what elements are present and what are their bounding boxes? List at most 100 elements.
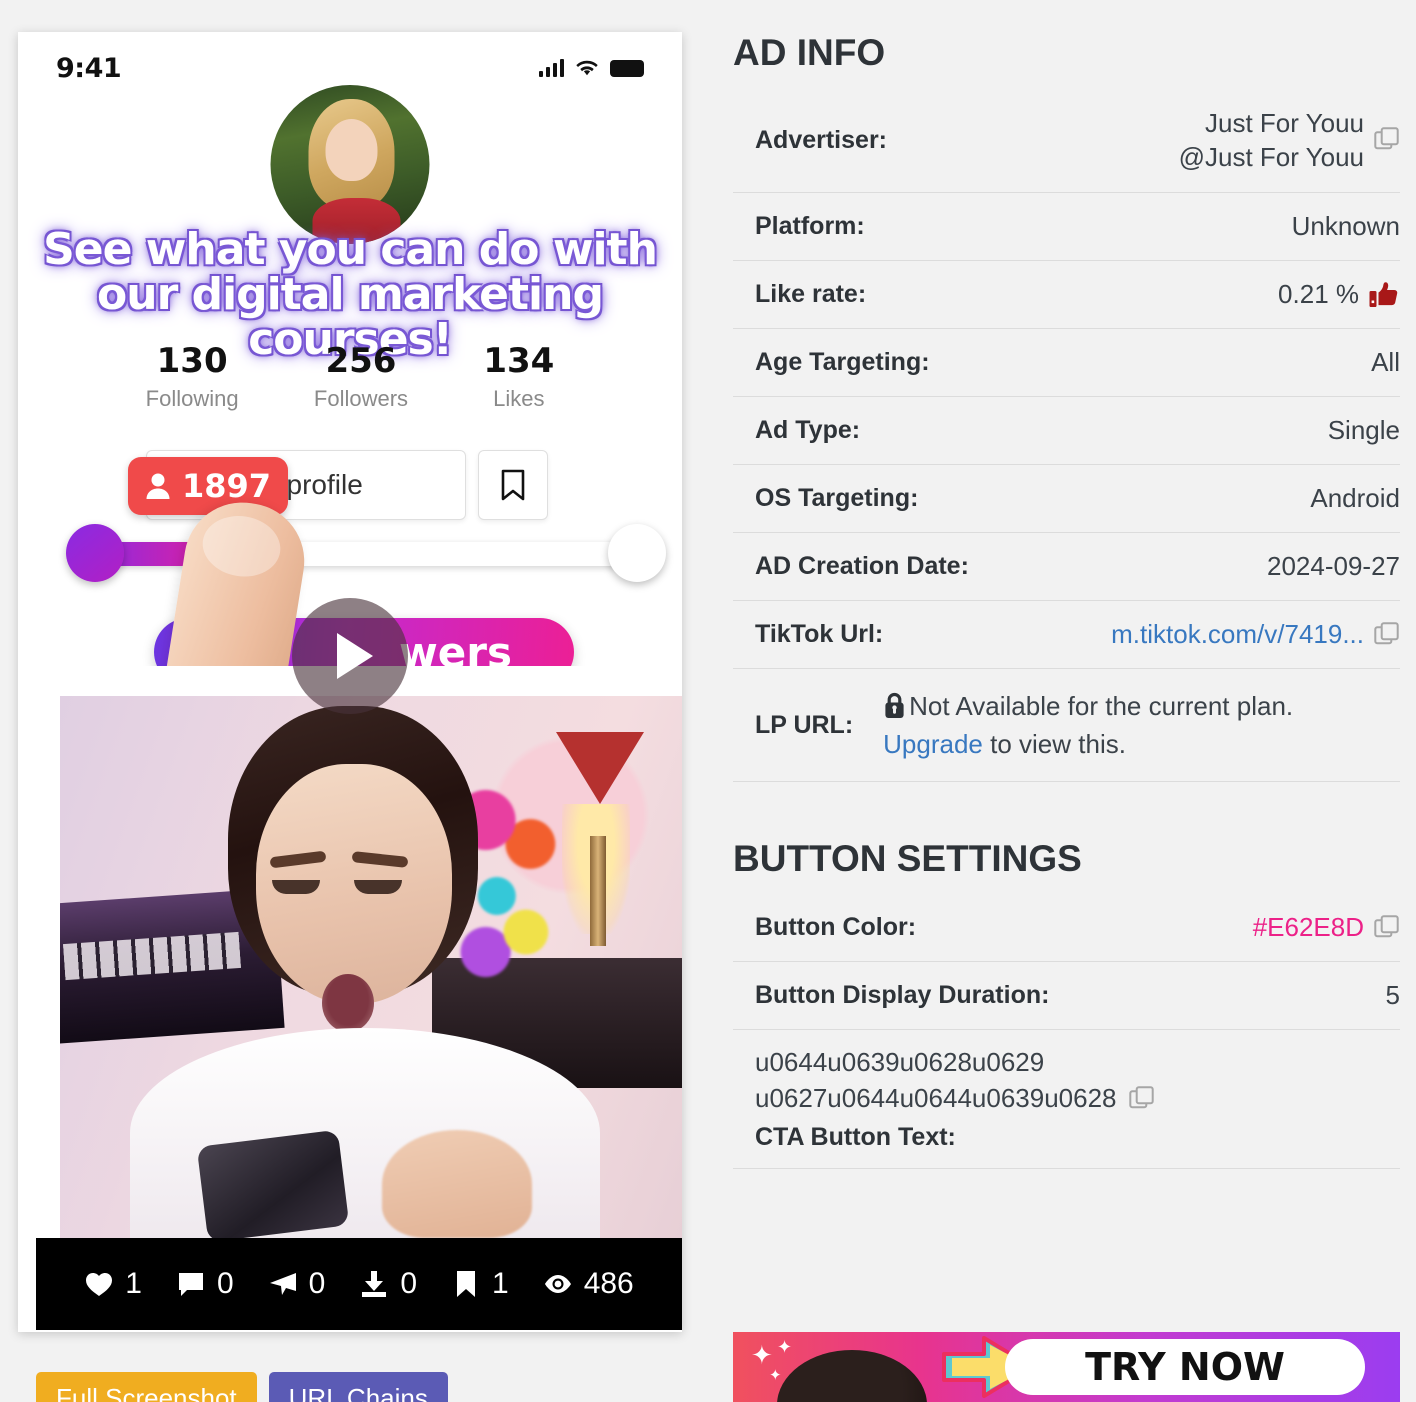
row-tiktok-url: TikTok Url: m.tiktok.com/v/7419... [733,601,1400,669]
tiktok-url-value-group: m.tiktok.com/v/7419... [1111,619,1400,650]
creative-gradient-cta-label: wers [399,627,512,667]
tiktok-url-link[interactable]: m.tiktok.com/v/7419... [1111,619,1364,650]
status-bar-indicators [538,59,644,77]
video-play-button[interactable] [292,598,408,714]
cta-banner-button[interactable]: TRY NOW [1005,1339,1365,1395]
engagement-downloads: 0 [359,1267,417,1301]
display-duration-label: Button Display Duration: [755,981,1050,1010]
cta-button-text-label: CTA Button Text: [755,1123,956,1152]
battery-icon [610,59,644,77]
ad-creative-card[interactable]: 9:41 See what you can do with our digita… [18,32,682,1332]
creative-video-still [60,696,682,1238]
engagement-value: 0 [400,1267,417,1300]
copy-icon[interactable] [1374,914,1400,941]
creative-profile-screen: 9:41 See what you can do with our digita… [18,32,682,666]
engagement-stats-bar: 1 0 0 0 1 486 [36,1238,682,1330]
button-color-value-group: #E62E8D [1253,912,1400,943]
heart-icon [86,1273,113,1296]
cta-button-text-line2-wrap: u0627u0644u0644u0639u0628 [755,1080,1155,1117]
copy-icon[interactable] [1374,127,1400,153]
cellular-signal-icon [538,59,564,77]
like-rate-value-group: 0.21 % [1278,279,1400,310]
sparkle-icon: ✦ [769,1367,782,1384]
bookmark-icon [501,469,525,501]
like-rate-value: 0.21 % [1278,279,1359,310]
lp-url-locked-text: Not Available for the current plan. [909,690,1294,721]
row-display-duration: Button Display Duration: 5 [733,962,1400,1030]
row-button-color: Button Color: #E62E8D [733,894,1400,962]
profile-stat: 134 Likes [483,344,554,412]
thumbs-up-icon [1369,281,1398,307]
button-color-label: Button Color: [755,913,917,942]
profile-stat-label: Likes [493,386,545,411]
engagement-comments: 0 [176,1267,234,1301]
engagement-shares: 0 [268,1267,326,1301]
profile-bookmark-button [478,450,548,520]
url-chains-button[interactable]: URL Chains [268,1372,448,1402]
status-bar-time: 9:41 [56,52,122,84]
cta-banner-preview[interactable]: ✦ ✦ ✦ TRY NOW [733,1332,1400,1402]
advertiser-handle: @Just For Youu [1178,142,1364,173]
ad-preview-column: 9:41 See what you can do with our digita… [18,32,682,1402]
row-creation-date: AD Creation Date: 2024-09-27 [733,533,1400,601]
profile-stat-label: Followers [313,386,409,411]
profile-stat: 256 Followers [314,344,408,412]
platform-value: Unknown [1291,211,1400,242]
ad-detail-page: 9:41 See what you can do with our digita… [0,0,1416,1402]
lock-icon [885,692,904,718]
creative-headline-line1: See what you can do with [43,224,658,275]
os-targeting-value: Android [1310,483,1400,514]
button-color-value: #E62E8D [1252,912,1364,943]
wifi-icon [576,60,598,76]
slider-knob-left [66,524,124,582]
lp-url-upgrade-link[interactable]: Upgrade [883,729,983,759]
advertiser-name: Just For Youu [1205,108,1364,138]
profile-stats-row: 130 Following 256 Followers 134 Likes [18,344,682,412]
lp-url-upgrade-suffix: to view this. [982,729,1126,760]
slider-knob-right [608,524,666,582]
cta-button-text-block: u0644u0639u0628u0629 u0627u0644u0644u063… [755,1044,1155,1153]
bookmark-icon [457,1271,475,1297]
engagement-value: 486 [583,1267,634,1300]
download-icon [362,1271,387,1297]
profile-stat: 130 Following [146,344,239,412]
engagement-value: 1 [492,1267,509,1300]
full-screenshot-button[interactable]: Full Screenshot [36,1372,257,1402]
row-advertiser: Advertiser: Just For Youu @Just For Youu [733,88,1400,193]
row-age-targeting: Age Targeting: All [733,329,1400,397]
row-ad-type: Ad Type: Single [733,397,1400,465]
advertiser-label: Advertiser: [755,125,887,154]
engagement-value: 0 [308,1267,326,1300]
like-rate-label: Like rate: [755,280,867,309]
play-icon [337,633,373,679]
cta-button-text-line2: u0627u0644u0644u0639u0628 [755,1083,1117,1114]
cta-button-text-line1: u0644u0639u0628u0629 [755,1046,1045,1077]
profile-stat-label: Following [145,386,239,411]
display-duration-value: 5 [1385,980,1400,1011]
cta-button-text-line1-wrap: u0644u0639u0628u0629 [755,1044,1155,1081]
creation-date-label: AD Creation Date: [755,552,969,581]
sparkle-icon: ✦ [777,1337,793,1357]
copy-icon[interactable] [1128,1086,1155,1112]
engagement-value: 0 [216,1267,234,1300]
age-targeting-value: All [1371,347,1400,378]
ad-type-label: Ad Type: [755,416,861,445]
profile-stat-value: 130 [156,341,228,381]
profile-avatar [270,85,430,244]
row-like-rate: Like rate: 0.21 % [733,261,1400,329]
ad-type-value: Single [1327,415,1400,446]
cta-banner-label: TRY NOW [1085,1345,1285,1389]
ad-info-column: AD INFO Advertiser: Just For Youu @Just … [733,32,1400,1170]
cta-banner-person [777,1350,927,1402]
engagement-saves: 1 [451,1267,509,1301]
engagement-value: 1 [125,1267,142,1300]
comment-icon [178,1273,203,1296]
engagement-views: 486 [543,1267,634,1301]
copy-icon[interactable] [1374,621,1400,648]
engagement-likes: 1 [84,1267,142,1301]
row-lp-url: LP URL: Not Available for the current pl… [733,669,1400,782]
creation-date-value: 2024-09-27 [1267,551,1400,582]
button-settings-title: BUTTON SETTINGS [733,837,1082,879]
platform-label: Platform: [755,212,865,241]
tiktok-url-label: TikTok Url: [755,620,884,649]
